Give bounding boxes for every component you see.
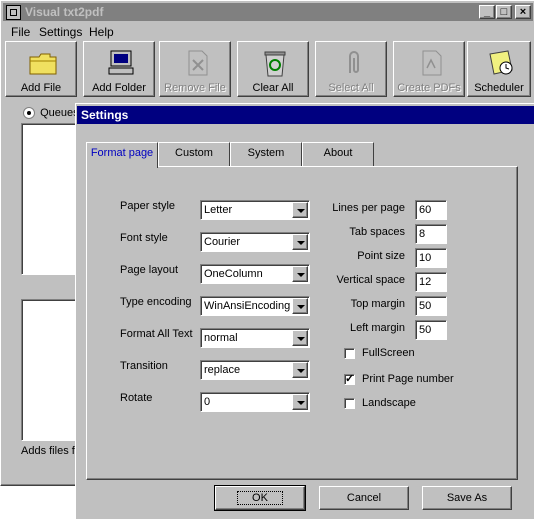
dialog-title-bar[interactable]: Settings bbox=[77, 106, 534, 124]
font-style-value: Courier bbox=[204, 236, 241, 248]
vertical-space-label: Vertical space bbox=[336, 274, 405, 286]
menu-bar: File Settings Help bbox=[3, 23, 533, 41]
print-page-number-label: Print Page number bbox=[362, 373, 454, 385]
paperclip-icon bbox=[349, 51, 359, 73]
ok-label: OK bbox=[237, 491, 283, 505]
transition-value: replace bbox=[204, 364, 241, 376]
scheduler-button[interactable]: Scheduler bbox=[467, 41, 531, 97]
remove-file-button[interactable]: Remove File bbox=[159, 41, 231, 97]
queues-radio[interactable]: Queues bbox=[23, 107, 79, 120]
left-margin-input[interactable]: 50 bbox=[415, 320, 447, 340]
menu-help[interactable]: Help bbox=[89, 25, 114, 39]
point-size-label: Point size bbox=[357, 250, 405, 262]
computer-icon bbox=[108, 50, 134, 75]
minimize-button[interactable]: _ bbox=[479, 5, 495, 19]
tab-custom[interactable]: Custom bbox=[158, 142, 230, 166]
recycle-bin-icon bbox=[264, 51, 286, 77]
select-all-button[interactable]: Select All bbox=[315, 41, 387, 97]
scheduler-label: Scheduler bbox=[474, 82, 524, 94]
point-size-input[interactable]: 10 bbox=[415, 248, 447, 268]
chevron-down-icon[interactable] bbox=[292, 394, 308, 410]
font-style-label: Font style bbox=[120, 232, 168, 244]
landscape-label: Landscape bbox=[362, 397, 416, 409]
top-margin-value: 50 bbox=[419, 300, 432, 312]
paper-style-label: Paper style bbox=[120, 200, 176, 212]
tab-system[interactable]: System bbox=[230, 142, 302, 166]
main-title-bar[interactable]: Visual txt2pdf _ □ × bbox=[3, 3, 533, 21]
page-layout-value: OneColumn bbox=[204, 268, 263, 280]
dialog-title: Settings bbox=[81, 108, 129, 122]
window-title: Visual txt2pdf bbox=[25, 5, 104, 19]
fullscreen-checkbox[interactable] bbox=[344, 348, 355, 359]
tab-format-page[interactable]: Format page bbox=[86, 142, 158, 168]
lines-per-page-label: Lines per page bbox=[332, 202, 405, 214]
save-as-button[interactable]: Save As bbox=[422, 486, 512, 510]
transition-select[interactable]: replace bbox=[200, 360, 310, 380]
create-pdfs-button[interactable]: Create PDFs bbox=[393, 41, 465, 97]
vertical-space-value: 12 bbox=[419, 276, 432, 288]
format-page-panel: Paper style Letter Font style Courier Pa… bbox=[86, 166, 518, 480]
add-file-button[interactable]: Add File bbox=[5, 41, 77, 97]
print-page-number-checkbox[interactable] bbox=[344, 372, 355, 385]
clear-all-label: Clear All bbox=[252, 82, 294, 94]
tab-spaces-value: 8 bbox=[419, 228, 426, 240]
tab-spaces-input[interactable]: 8 bbox=[415, 224, 447, 244]
queues-label: Queues bbox=[40, 107, 79, 119]
folder-icon bbox=[29, 53, 57, 75]
close-button[interactable]: × bbox=[515, 5, 531, 19]
file-list[interactable] bbox=[21, 299, 83, 441]
menu-file[interactable]: File bbox=[11, 25, 30, 39]
chevron-down-icon[interactable] bbox=[292, 362, 308, 378]
create-pdfs-label: Create PDFs bbox=[397, 82, 461, 94]
add-folder-label: Add Folder bbox=[92, 82, 146, 94]
transition-label: Transition bbox=[120, 360, 168, 372]
ok-button[interactable]: OK bbox=[214, 485, 306, 511]
remove-file-label: Remove File bbox=[164, 82, 226, 94]
tab-about[interactable]: About bbox=[302, 142, 374, 166]
settings-dialog: Settings Format page Custom System About… bbox=[75, 103, 534, 519]
point-size-value: 10 bbox=[419, 252, 432, 264]
add-file-label: Add File bbox=[20, 82, 62, 94]
top-margin-input[interactable]: 50 bbox=[415, 296, 447, 316]
document-remove-icon bbox=[188, 50, 208, 76]
toolbar: Add File Add Folder Remove File Clear Al… bbox=[3, 41, 533, 99]
vertical-space-input[interactable]: 12 bbox=[415, 272, 447, 292]
rotate-label: Rotate bbox=[120, 392, 153, 404]
tab-spaces-label: Tab spaces bbox=[349, 226, 405, 238]
queue-list[interactable] bbox=[21, 123, 83, 275]
format-all-text-label: Format All Text bbox=[120, 328, 193, 340]
left-margin-value: 50 bbox=[419, 324, 432, 336]
queues-radio-dot[interactable] bbox=[23, 107, 35, 120]
clear-all-button[interactable]: Clear All bbox=[237, 41, 309, 97]
maximize-button[interactable]: □ bbox=[496, 5, 512, 19]
left-margin-label: Left margin bbox=[349, 322, 405, 334]
top-margin-label: Top margin bbox=[350, 298, 405, 310]
lines-per-page-value: 60 bbox=[419, 204, 432, 216]
cancel-button[interactable]: Cancel bbox=[319, 486, 409, 510]
menu-settings[interactable]: Settings bbox=[39, 25, 82, 39]
status-text: Adds files fr bbox=[21, 445, 79, 457]
pdf-document-icon bbox=[422, 50, 442, 76]
select-all-label: Select All bbox=[328, 82, 374, 94]
format-all-text-value: normal bbox=[204, 332, 238, 344]
rotate-value: 0 bbox=[204, 396, 211, 408]
fullscreen-label: FullScreen bbox=[362, 347, 415, 359]
lines-per-page-input[interactable]: 60 bbox=[415, 200, 447, 220]
type-encoding-label: Type encoding bbox=[120, 296, 192, 308]
paper-style-value: Letter bbox=[204, 204, 233, 216]
rotate-select[interactable]: 0 bbox=[200, 392, 310, 412]
page-layout-label: Page layout bbox=[120, 264, 179, 276]
add-folder-button[interactable]: Add Folder bbox=[83, 41, 155, 97]
app-icon[interactable] bbox=[6, 5, 21, 20]
scheduler-clock-icon bbox=[489, 50, 513, 75]
landscape-checkbox[interactable] bbox=[344, 398, 355, 409]
